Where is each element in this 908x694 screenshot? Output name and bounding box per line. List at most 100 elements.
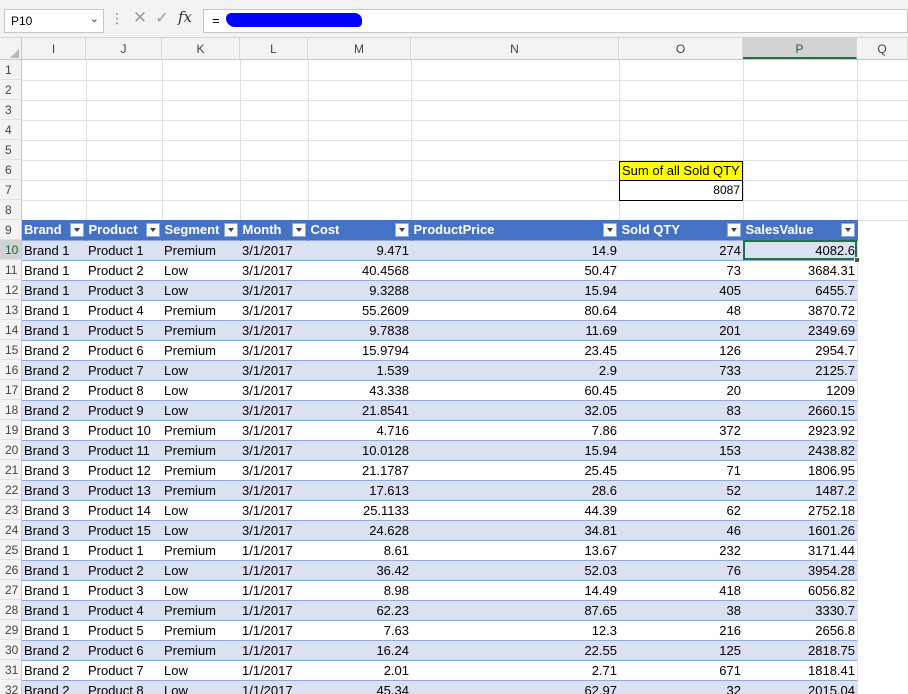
table-cell[interactable]: 24.628 (308, 519, 411, 540)
table-cell[interactable]: 7.86 (411, 419, 619, 440)
table-cell[interactable]: 14.9 (411, 239, 619, 260)
table-cell[interactable]: Brand 1 (22, 539, 86, 560)
table-cell[interactable]: Product 3 (86, 279, 162, 300)
table-cell[interactable]: 16.24 (308, 639, 411, 660)
table-cell[interactable]: 1/1/2017 (240, 579, 308, 600)
table-cell[interactable]: Product 2 (86, 559, 162, 580)
table-cell[interactable]: 3/1/2017 (240, 519, 308, 540)
table-cell[interactable]: Brand 1 (22, 299, 86, 320)
table-cell[interactable]: 3/1/2017 (240, 259, 308, 280)
table-cell[interactable]: 45.34 (308, 679, 411, 694)
table-cell[interactable]: Brand 1 (22, 259, 86, 280)
table-cell[interactable]: Premium (162, 479, 240, 500)
table-cell[interactable]: 2.9 (411, 359, 619, 380)
table-cell[interactable]: 2818.75 (743, 639, 857, 660)
table-cell[interactable]: 3/1/2017 (240, 379, 308, 400)
table-cell[interactable]: 9.3288 (308, 279, 411, 300)
table-cell[interactable]: 3/1/2017 (240, 239, 308, 260)
table-cell[interactable]: 21.8541 (308, 399, 411, 420)
table-cell[interactable]: Product 10 (86, 419, 162, 440)
filter-dropdown-icon[interactable] (840, 223, 855, 237)
table-cell[interactable]: 62 (619, 499, 743, 520)
row-header-21[interactable]: 21 (0, 460, 22, 480)
table-cell[interactable]: 1/1/2017 (240, 619, 308, 640)
row-header-30[interactable]: 30 (0, 640, 22, 660)
table-cell[interactable]: Product 3 (86, 579, 162, 600)
table-cell[interactable]: Brand 3 (22, 459, 86, 480)
table-cell[interactable]: 1209 (743, 379, 857, 400)
table-cell[interactable]: Brand 2 (22, 659, 86, 680)
table-cell[interactable]: Premium (162, 639, 240, 660)
table-cell[interactable]: 3/1/2017 (240, 359, 308, 380)
column-header-j[interactable]: J (86, 38, 162, 59)
table-cell[interactable]: 15.94 (411, 439, 619, 460)
row-header-19[interactable]: 19 (0, 420, 22, 440)
table-cell[interactable]: 232 (619, 539, 743, 560)
table-cell[interactable]: 48 (619, 299, 743, 320)
table-cell[interactable]: 2.71 (411, 659, 619, 680)
sum-label-cell[interactable]: Sum of all Sold QTY (619, 161, 743, 181)
row-header-22[interactable]: 22 (0, 480, 22, 500)
table-cell[interactable]: 17.613 (308, 479, 411, 500)
column-header-n[interactable]: N (411, 38, 619, 59)
row-header-13[interactable]: 13 (0, 300, 22, 320)
table-cell[interactable]: Product 5 (86, 619, 162, 640)
table-cell[interactable]: Brand 2 (22, 339, 86, 360)
table-cell[interactable]: Brand 2 (22, 679, 86, 694)
name-box[interactable]: P10 ⌄ (4, 9, 104, 33)
select-all-button[interactable] (0, 38, 22, 60)
table-cell[interactable]: 3/1/2017 (240, 319, 308, 340)
table-cell[interactable]: Brand 1 (22, 559, 86, 580)
table-cell[interactable]: 44.39 (411, 499, 619, 520)
table-cell[interactable]: 34.81 (411, 519, 619, 540)
table-cell[interactable]: 3330.7 (743, 599, 857, 620)
table-cell[interactable]: 3/1/2017 (240, 439, 308, 460)
column-header-p[interactable]: P (743, 38, 857, 59)
table-cell[interactable]: Premium (162, 419, 240, 440)
table-cell[interactable]: 1/1/2017 (240, 559, 308, 580)
table-cell[interactable]: Low (162, 399, 240, 420)
table-cell[interactable]: 52.03 (411, 559, 619, 580)
column-header-k[interactable]: K (162, 38, 240, 59)
enter-icon[interactable]: ✓ (152, 8, 172, 30)
row-header-18[interactable]: 18 (0, 400, 22, 420)
table-cell[interactable]: 25.1133 (308, 499, 411, 520)
table-cell[interactable]: 60.45 (411, 379, 619, 400)
table-cell[interactable]: 25.45 (411, 459, 619, 480)
table-cell[interactable]: 2954.7 (743, 339, 857, 360)
table-cell[interactable]: 50.47 (411, 259, 619, 280)
row-header-6[interactable]: 6 (0, 160, 22, 180)
row-header-3[interactable]: 3 (0, 100, 22, 120)
table-cell[interactable]: 3/1/2017 (240, 459, 308, 480)
table-cell[interactable]: 2923.92 (743, 419, 857, 440)
table-cell[interactable]: Product 1 (86, 539, 162, 560)
more-options-icon[interactable]: ⋮ (110, 10, 124, 27)
table-cell[interactable]: 13.67 (411, 539, 619, 560)
table-cell[interactable]: 62.23 (308, 599, 411, 620)
table-cell[interactable]: Low (162, 519, 240, 540)
insert-function-icon[interactable]: fx (178, 8, 192, 26)
table-cell[interactable]: Product 4 (86, 299, 162, 320)
row-header-7[interactable]: 7 (0, 180, 22, 200)
table-cell[interactable]: 2656.8 (743, 619, 857, 640)
row-header-31[interactable]: 31 (0, 660, 22, 680)
filter-dropdown-icon[interactable] (223, 223, 238, 237)
row-header-11[interactable]: 11 (0, 260, 22, 280)
row-header-14[interactable]: 14 (0, 320, 22, 340)
row-header-28[interactable]: 28 (0, 600, 22, 620)
table-cell[interactable]: Brand 2 (22, 399, 86, 420)
table-cell[interactable]: 2125.7 (743, 359, 857, 380)
table-cell[interactable]: Product 14 (86, 499, 162, 520)
filter-dropdown-icon[interactable] (69, 223, 84, 237)
filter-dropdown-icon[interactable] (145, 223, 160, 237)
table-cell[interactable]: 2349.69 (743, 319, 857, 340)
table-cell[interactable]: 1806.95 (743, 459, 857, 480)
table-cell[interactable]: Brand 3 (22, 439, 86, 460)
table-cell[interactable]: Product 15 (86, 519, 162, 540)
table-cell[interactable]: Product 8 (86, 679, 162, 694)
table-cell[interactable]: 274 (619, 239, 743, 260)
table-cell[interactable]: 201 (619, 319, 743, 340)
table-cell[interactable]: 15.94 (411, 279, 619, 300)
table-cell[interactable]: 3/1/2017 (240, 299, 308, 320)
formula-input[interactable]: = (203, 9, 908, 33)
